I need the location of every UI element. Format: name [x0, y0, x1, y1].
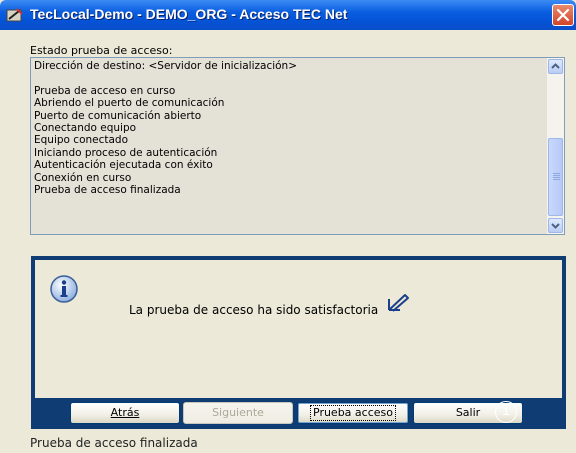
app-icon — [6, 8, 23, 22]
pointer-arrow-icon — [388, 294, 409, 312]
info-icon — [50, 275, 78, 303]
log-line: Prueba de acceso finalizada — [34, 183, 181, 196]
scroll-thumb[interactable] — [548, 138, 563, 216]
log-line: Puerto de comunicación abierto — [34, 109, 202, 122]
back-button-label: Atrás — [110, 406, 140, 419]
next-button-label: Siguiente — [212, 406, 264, 419]
log-line: Prueba de acceso en curso — [34, 84, 176, 97]
close-button[interactable] — [552, 4, 574, 26]
log-line: Equipo conectado — [34, 134, 129, 147]
log-line: Dirección de destino: <Servidor de inici… — [34, 60, 298, 72]
log-lines: Dirección de destino: <Servidor de inici… — [34, 60, 544, 196]
message-area: La prueba de acceso ha sido satisfactori… — [35, 260, 562, 398]
chevron-up-icon — [551, 63, 560, 69]
scroll-up-button[interactable] — [548, 59, 563, 74]
log-line: Conectando equipo — [34, 121, 137, 134]
window-title: TecLocal-Demo - DEMO_ORG - Acceso TEC Ne… — [30, 6, 348, 22]
scroll-down-button[interactable] — [548, 218, 563, 233]
test-access-button[interactable]: Prueba acceso — [297, 402, 409, 424]
close-icon — [556, 8, 570, 22]
log-line: Iniciando proceso de autenticación — [34, 146, 218, 159]
log-textbox[interactable]: Dirección de destino: <Servidor de inici… — [30, 57, 565, 235]
test-access-button-label: Prueba acceso — [310, 405, 396, 421]
exit-button-label: Salir — [455, 406, 481, 419]
annotation-circle-number: 1 — [495, 401, 517, 423]
status-bar-text: Prueba de acceso finalizada — [30, 436, 198, 450]
chevron-down-icon — [551, 223, 560, 229]
back-button[interactable]: Atrás — [70, 402, 180, 424]
log-line: Autenticación ejecutada con éxito — [34, 159, 213, 172]
log-line: Conexión en curso — [34, 171, 132, 184]
log-scrollbar[interactable] — [547, 58, 564, 234]
log-label: Estado prueba de acceso: — [30, 44, 173, 57]
next-button[interactable]: Siguiente — [183, 402, 293, 424]
title-bar[interactable]: TecLocal-Demo - DEMO_ORG - Acceso TEC Ne… — [0, 0, 576, 30]
message-text: La prueba de acceso ha sido satisfactori… — [129, 303, 379, 317]
log-line: Abriendo el puerto de comunicación — [34, 97, 225, 110]
